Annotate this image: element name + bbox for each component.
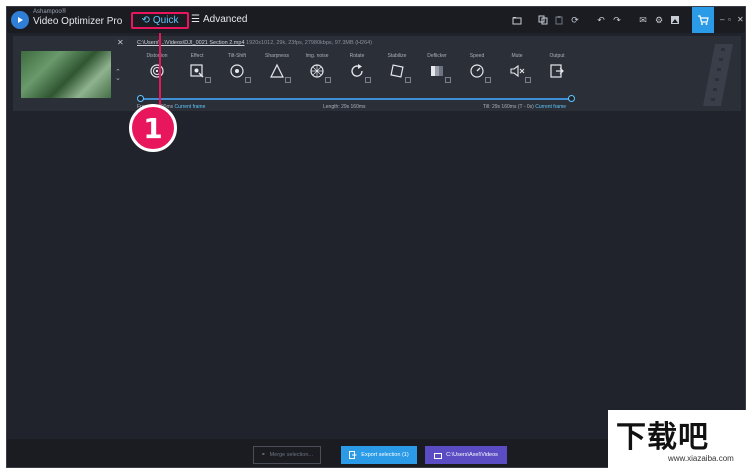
tool-label: Distortion (146, 53, 168, 59)
quick-mode-label: Quick (152, 15, 179, 26)
paste-icon[interactable] (553, 14, 565, 26)
tool-label: Deflicker (427, 53, 447, 59)
tool-tilt-shift[interactable]: Tilt-Shift (217, 53, 257, 91)
export-icon (349, 451, 357, 459)
remove-clip-icon[interactable]: ✕ (117, 38, 124, 47)
tool-mute[interactable]: Mute (497, 53, 537, 91)
stabilize-icon (390, 64, 404, 78)
till-current-frame-link[interactable]: Current frame (535, 104, 566, 110)
open-folder-icon[interactable] (511, 14, 523, 26)
mute-checkbox[interactable] (525, 77, 531, 83)
settings-gear-icon[interactable]: ⚙ (653, 14, 665, 26)
app-window: Ashampoo® Video Optimizer Pro ⟲ Quick ☰ … (6, 6, 746, 468)
reorder-chevrons-icon[interactable]: ⌃ ⌄ (115, 69, 121, 82)
film-strip-icon (703, 44, 733, 106)
advanced-mode-tab[interactable]: ☰ Advanced (191, 14, 247, 25)
till-text: Till: 29s 160ms (T - 0s) (483, 104, 534, 110)
deflicker-checkbox[interactable] (445, 77, 451, 83)
tool-output[interactable]: Output (537, 53, 577, 91)
noise-icon (310, 64, 324, 78)
watermark: 下载吧 www.xiazaiba.com (608, 410, 748, 470)
merge-label: Merge selection... (269, 452, 314, 458)
timeline-till: Till: 29s 160ms (T - 0s) Current frame (483, 104, 566, 110)
tool-label: Mute (511, 53, 523, 59)
tool-effect[interactable]: Effect (177, 53, 217, 91)
tool-label: Stabilize (387, 53, 407, 59)
quick-mode-icon: ⟲ (141, 15, 150, 26)
watermark-url: www.xiazaiba.com (668, 454, 734, 463)
lens-icon (150, 64, 164, 78)
sliders-icon: ☰ (191, 14, 200, 25)
tool-deflicker[interactable]: Deflicker (417, 53, 457, 91)
link-icon: ⚭ (260, 452, 266, 458)
sharpness-icon (270, 63, 284, 78)
clip-path-text: C:\Users\...\Videos\DJI_0021 Section 2.m… (137, 40, 245, 46)
tool-rotate[interactable]: Rotate (337, 53, 377, 91)
from-current-frame-link[interactable]: Current frame (175, 104, 206, 110)
copy-icon[interactable] (537, 14, 549, 26)
annotation-pointer-line (159, 33, 161, 113)
tool-label: Effect (190, 53, 204, 59)
tool-speed[interactable]: Speed (457, 53, 497, 91)
output-folder-button[interactable]: C:\Users\Axel\Videos (425, 446, 507, 464)
tool-label: Speed (469, 53, 485, 59)
clip-row[interactable]: ✕ ⌃ ⌄ C:\Users\...\Videos\DJI_0021 Sectio… (13, 36, 741, 111)
gallery-icon[interactable] (669, 14, 681, 26)
effect-checkbox[interactable] (205, 77, 211, 83)
reset-icon[interactable]: ⟳ (569, 14, 581, 26)
effect-icon (190, 64, 204, 78)
tool-label: Tilt-Shift (227, 53, 247, 59)
tool-sharpness[interactable]: Sharpness (257, 53, 297, 91)
top-bar: Ashampoo® Video Optimizer Pro ⟲ Quick ☰ … (7, 7, 745, 33)
clip-info: 1920x1012, 29k, 23fps, 27980kbps, 97.3MB… (246, 40, 373, 46)
tilt-shift-icon (230, 64, 244, 78)
watermark-logo-text: 下载吧 (616, 420, 709, 455)
tool-label: Output (549, 53, 565, 59)
clip-thumbnail[interactable] (21, 51, 111, 98)
speed-icon (470, 64, 484, 78)
mail-icon[interactable]: ✉ (637, 14, 649, 26)
clip-file-path: C:\Users\...\Videos\DJI_0021 Section 2.m… (137, 40, 372, 46)
app-title: Video Optimizer Pro (33, 16, 123, 27)
timeline-length: Length: 29s 160ms (323, 104, 366, 110)
cart-icon (698, 14, 709, 25)
mute-icon (510, 64, 525, 78)
maximize-icon[interactable]: ▫ (728, 15, 731, 24)
export-label: Export selection (1) (361, 452, 409, 458)
output-icon (550, 64, 564, 78)
speed-checkbox[interactable] (485, 77, 491, 83)
advanced-mode-label: Advanced (202, 14, 248, 25)
tool-label: Rotate (349, 53, 365, 59)
tool-img-noise[interactable]: Img. noise (297, 53, 337, 91)
tool-distortion[interactable]: Distortion (137, 53, 177, 91)
sharpness-checkbox[interactable] (285, 77, 291, 83)
app-logo-icon (11, 11, 29, 29)
export-selection-button[interactable]: Export selection (1) (341, 446, 417, 464)
timeline-track[interactable] (141, 98, 571, 100)
shop-cart-button[interactable] (692, 7, 714, 33)
timeline-start-handle[interactable] (137, 95, 144, 102)
folder-label: C:\Users\Axel\Videos (446, 452, 498, 458)
timeline-end-handle[interactable] (568, 95, 575, 102)
close-window-icon[interactable]: ✕ (737, 15, 744, 24)
tilt-shift-checkbox[interactable] (245, 77, 251, 83)
minimize-icon[interactable]: – (720, 15, 724, 24)
tool-stabilize[interactable]: Stabilize (377, 53, 417, 91)
quick-mode-tab[interactable]: ⟲ Quick (131, 12, 189, 29)
rotate-checkbox[interactable] (365, 77, 371, 83)
quick-tools: Distortion Effect Tilt-Shift Sharpness I… (137, 53, 577, 93)
merge-selection-button[interactable]: ⚭ Merge selection... (253, 446, 321, 464)
annotation-number-badge: 1 (129, 104, 177, 152)
vendor-name: Ashampoo® (33, 9, 67, 15)
tool-label: Img. noise (305, 53, 329, 59)
img-noise-checkbox[interactable] (325, 77, 331, 83)
stabilize-checkbox[interactable] (405, 77, 411, 83)
deflicker-icon (431, 66, 443, 76)
folder-icon (434, 452, 443, 459)
tool-label: Sharpness (265, 53, 289, 59)
rotate-icon (351, 64, 363, 77)
undo-icon[interactable]: ↶ (595, 14, 607, 26)
redo-icon[interactable]: ↷ (611, 14, 623, 26)
